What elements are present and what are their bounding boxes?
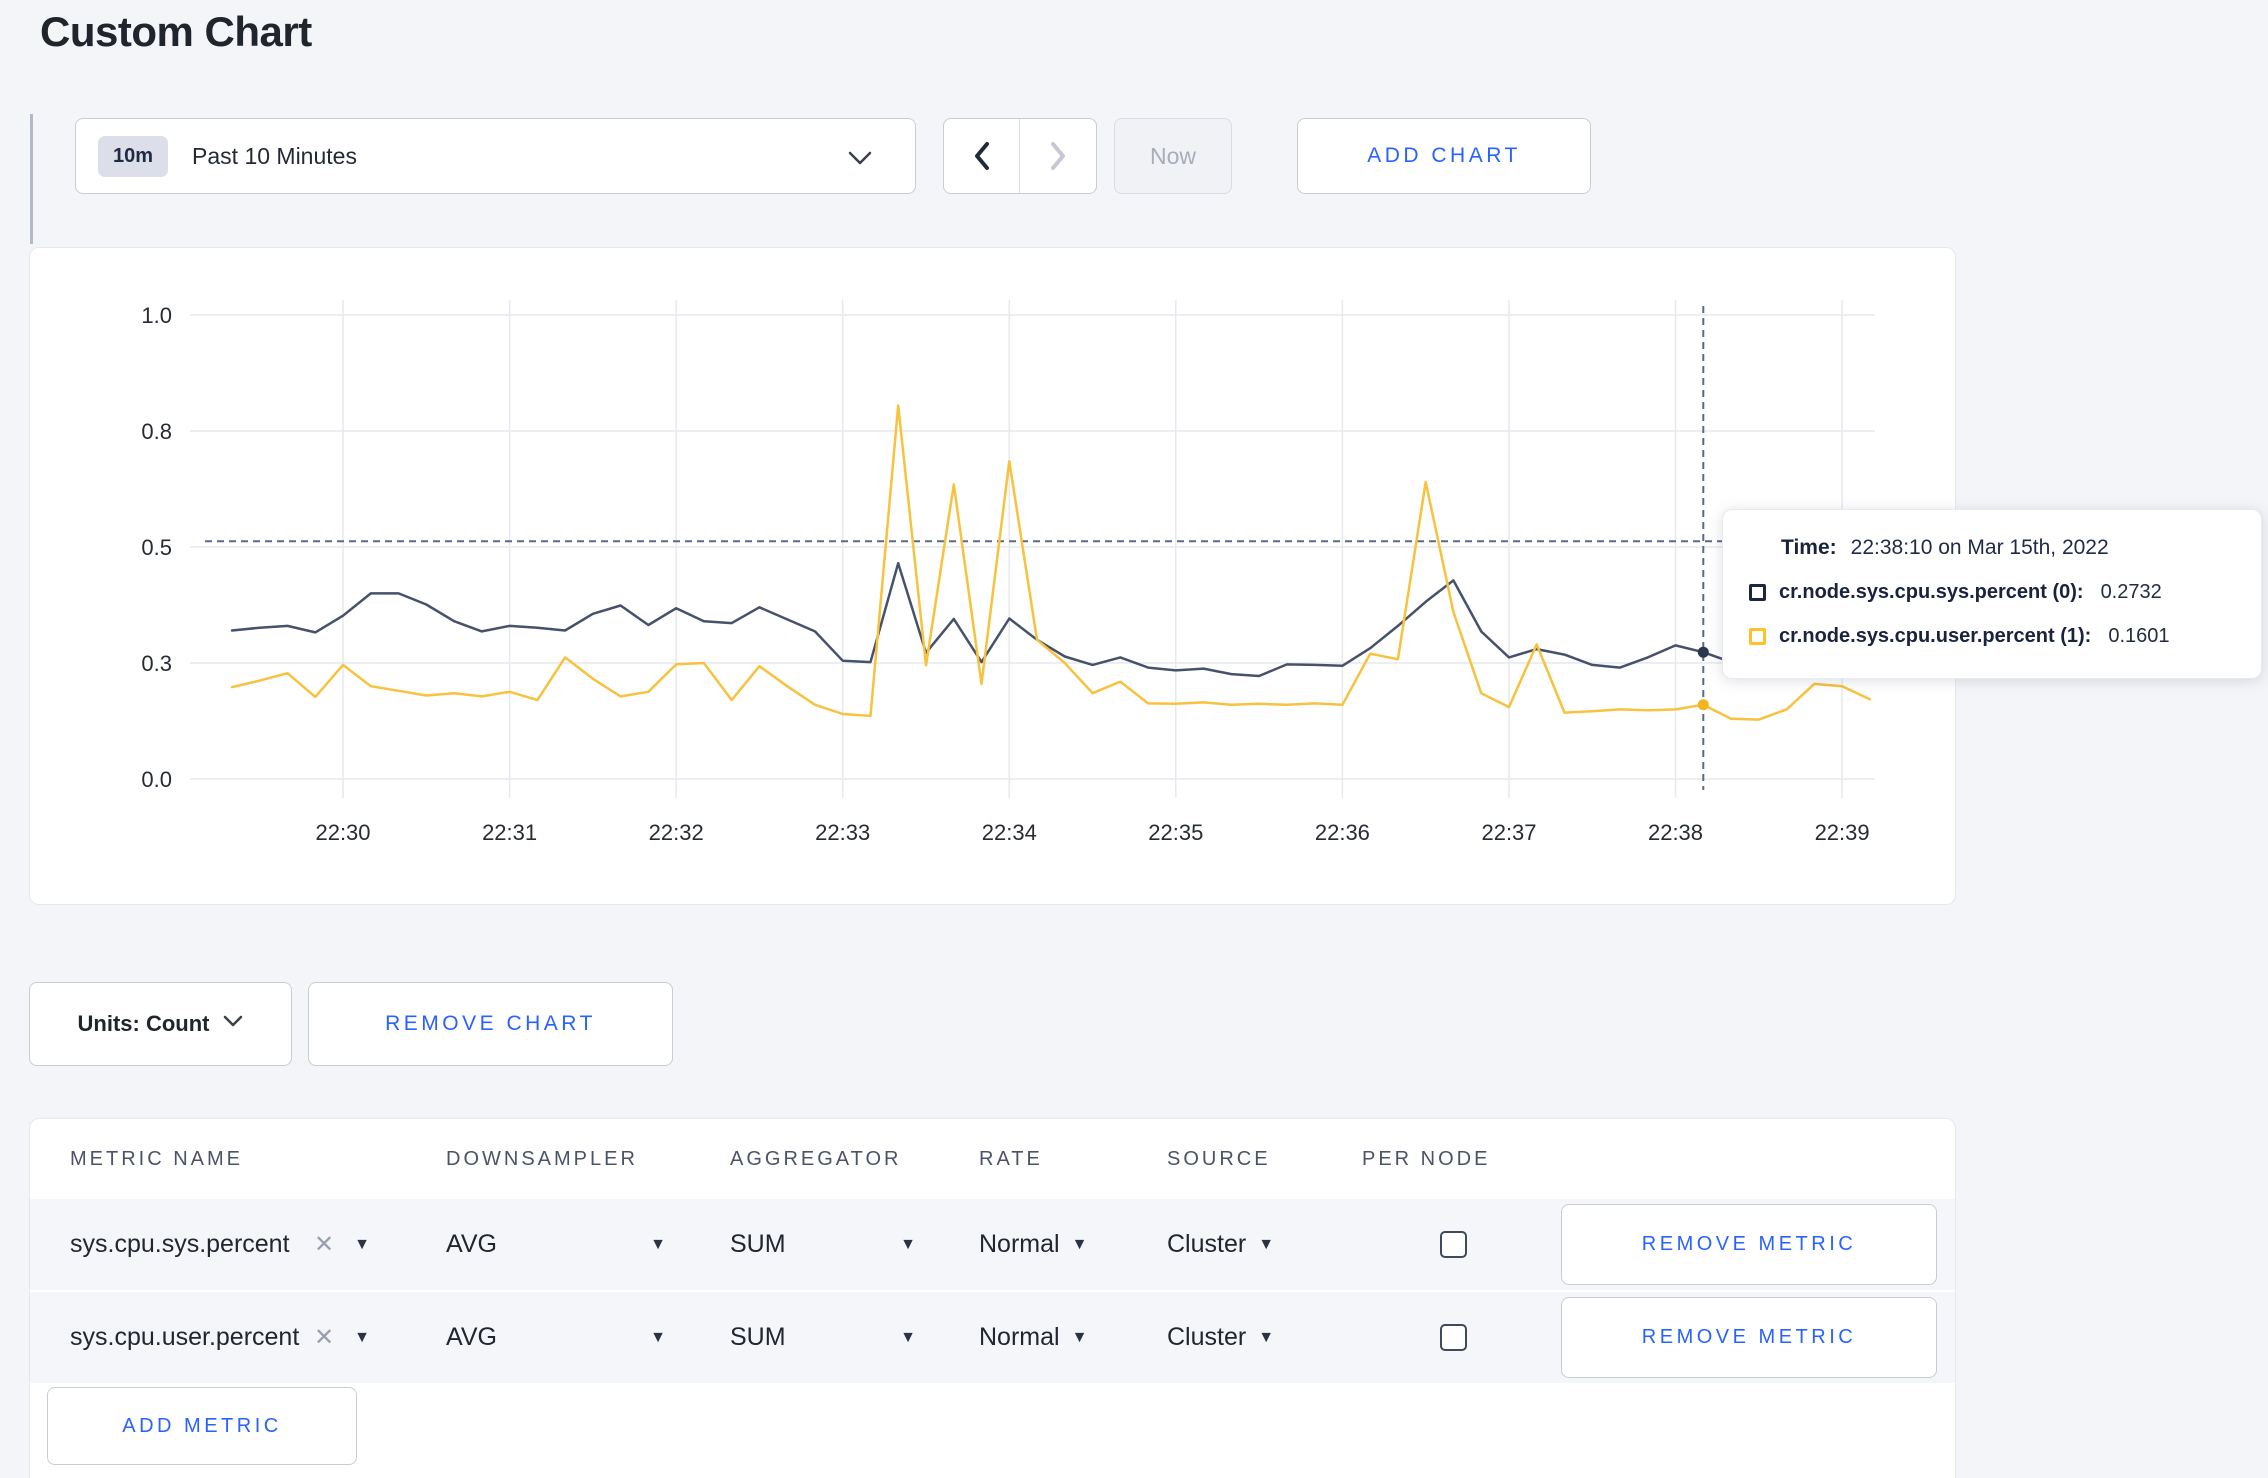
svg-text:0.8: 0.8 [141,419,172,444]
metric-name-value: sys.cpu.sys.percent [70,1230,290,1258]
per-node-checkbox[interactable] [1440,1324,1467,1351]
column-header-rate: RATE [979,1147,1043,1170]
svg-text:22:39: 22:39 [1815,820,1870,845]
page-title: Custom Chart [40,8,312,55]
caret-down-icon[interactable]: ▼ [354,1236,370,1254]
svg-text:22:38: 22:38 [1648,820,1703,845]
chart-tooltip: Time: 22:38:10 on Mar 15th, 2022 cr.node… [1722,509,2262,679]
tooltip-series-label: cr.node.sys.cpu.user.percent (1): [1779,625,2092,647]
tooltip-series-value: 0.1601 [2108,625,2170,647]
svg-text:22:33: 22:33 [815,820,870,845]
metric-row: sys.cpu.sys.percent ✕ ▼ AVG ▼ SUM ▼ Normal… [30,1199,1955,1290]
add-chart-button[interactable]: ADD CHART [1297,118,1591,194]
downsampler-select[interactable]: AVG ▼ [446,1323,730,1352]
sys-percent-swatch-icon [1749,584,1766,601]
remove-chart-button[interactable]: REMOVE CHART [308,982,673,1066]
tooltip-series-label: cr.node.sys.cpu.sys.percent (0): [1779,581,2084,603]
caret-down-icon: ▼ [1071,1235,1088,1253]
tooltip-time-row: Time: 22:38:10 on Mar 15th, 2022 [1781,536,2235,560]
chevron-down-icon [847,150,873,171]
aggregator-value: SUM [730,1230,786,1258]
source-select[interactable]: Cluster ▼ [1167,1323,1362,1352]
caret-down-icon: ▼ [1071,1328,1088,1346]
svg-text:22:31: 22:31 [482,820,537,845]
caret-down-icon: ▼ [650,1235,666,1253]
source-value: Cluster [1167,1323,1247,1351]
caret-down-icon: ▼ [900,1328,916,1346]
svg-text:22:32: 22:32 [649,820,704,845]
svg-text:0.5: 0.5 [141,535,172,560]
user-percent-swatch-icon [1749,628,1766,645]
caret-down-icon: ▼ [1258,1235,1275,1253]
rate-select[interactable]: Normal ▼ [979,1323,1167,1352]
svg-text:22:35: 22:35 [1148,820,1203,845]
chart-card: 1.0 0.8 0.5 0.3 0.0 22:30 22:31 22:32 22:33 22:34… [29,247,1956,905]
add-metric-button[interactable]: ADD METRIC [47,1387,357,1465]
previous-window-button[interactable] [944,119,1020,193]
downsampler-value: AVG [446,1230,497,1258]
tooltip-series-row: cr.node.sys.cpu.user.percent (1): 0.1601 [1749,625,2235,648]
column-header-metric-name: METRIC NAME [70,1147,243,1170]
now-button[interactable]: Now [1114,118,1232,194]
svg-text:22:30: 22:30 [315,820,370,845]
svg-text:1.0: 1.0 [141,303,172,328]
column-header-downsampler: DOWNSAMPLER [446,1147,638,1170]
toolbar-divider [30,114,33,244]
aggregator-select[interactable]: SUM ▼ [730,1323,979,1352]
chevron-left-icon [974,142,989,170]
metrics-table: METRIC NAME DOWNSAMPLER AGGREGATOR RATE … [29,1118,1956,1478]
rate-value: Normal [979,1323,1060,1351]
column-header-source: SOURCE [1167,1147,1271,1170]
metric-name-value: sys.cpu.user.percent [70,1323,300,1351]
remove-metric-button[interactable]: REMOVE METRIC [1561,1297,1937,1378]
metric-row: sys.cpu.user.percent ✕ ▼ AVG ▼ SUM ▼ Norma… [30,1292,1955,1383]
clear-metric-icon[interactable]: ✕ [314,1230,334,1259]
column-header-aggregator: AGGREGATOR [730,1147,902,1170]
source-value: Cluster [1167,1230,1247,1258]
source-select[interactable]: Cluster ▼ [1167,1230,1362,1259]
clear-metric-icon[interactable]: ✕ [314,1323,334,1352]
rate-value: Normal [979,1230,1060,1258]
time-range-badge: 10m [98,135,169,177]
chevron-right-icon [1051,142,1065,170]
svg-text:22:36: 22:36 [1315,820,1370,845]
downsampler-value: AVG [446,1323,497,1351]
svg-text:22:37: 22:37 [1481,820,1536,845]
units-label: Units: Count [77,1011,210,1036]
svg-text:22:34: 22:34 [982,820,1037,845]
time-range-label: Past 10 Minutes [192,142,357,169]
svg-text:0.3: 0.3 [141,651,172,676]
caret-down-icon: ▼ [900,1235,916,1253]
time-window-nav [943,118,1097,194]
units-select[interactable]: Units: Count [29,982,292,1066]
column-header-per-node: PER NODE [1362,1147,1491,1170]
tooltip-time-label: Time: [1781,536,1837,559]
tooltip-series-row: cr.node.sys.cpu.sys.percent (0): 0.2732 [1749,581,2235,604]
next-window-button[interactable] [1020,119,1096,193]
tooltip-series-value: 0.2732 [2100,581,2162,603]
tooltip-time-value: 22:38:10 on Mar 15th, 2022 [1850,536,2109,559]
cpu-percent-chart[interactable]: 1.0 0.8 0.5 0.3 0.0 22:30 22:31 22:32 22:33 22:34… [30,248,1957,906]
metric-name-select[interactable]: sys.cpu.sys.percent ✕ ▼ [70,1230,446,1259]
caret-down-icon: ▼ [650,1328,666,1346]
metric-name-select[interactable]: sys.cpu.user.percent ✕ ▼ [70,1323,446,1352]
chevron-down-icon [223,1015,243,1033]
rate-select[interactable]: Normal ▼ [979,1230,1167,1259]
time-range-select[interactable]: 10m Past 10 Minutes [75,118,916,194]
downsampler-select[interactable]: AVG ▼ [446,1230,730,1259]
svg-text:0.0: 0.0 [141,767,172,792]
remove-metric-button[interactable]: REMOVE METRIC [1561,1204,1937,1285]
metrics-table-header: METRIC NAME DOWNSAMPLER AGGREGATOR RATE … [30,1119,1955,1199]
caret-down-icon[interactable]: ▼ [354,1329,370,1347]
aggregator-select[interactable]: SUM ▼ [730,1230,979,1259]
per-node-checkbox[interactable] [1440,1231,1467,1258]
aggregator-value: SUM [730,1323,786,1351]
custom-chart-page: Custom Chart 10m Past 10 Minutes Now ADD… [0,0,2268,1478]
caret-down-icon: ▼ [1258,1328,1275,1346]
